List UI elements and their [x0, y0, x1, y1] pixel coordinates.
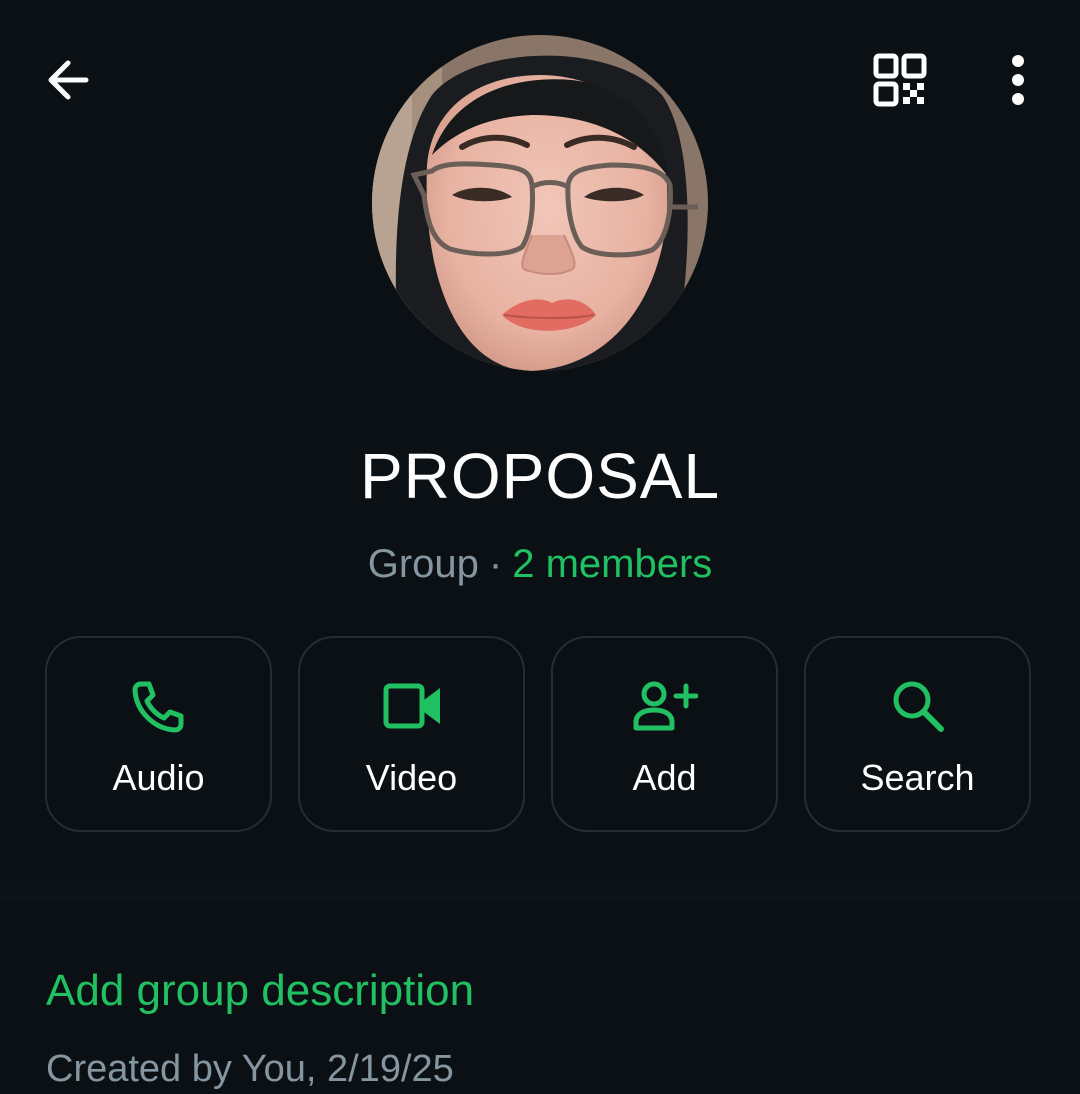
group-name: PROPOSAL: [359, 440, 721, 512]
arrow-left-icon: [48, 60, 89, 100]
audio-label: Audio: [112, 757, 205, 798]
group-subtitle: Group · 2 members: [0, 538, 1080, 590]
group-photo: [372, 35, 708, 371]
qr-code-icon: [873, 53, 927, 107]
search-button[interactable]: Search: [804, 636, 1031, 832]
search-label: Search: [860, 757, 975, 798]
audio-call-button[interactable]: Audio: [45, 636, 272, 832]
group-avatar[interactable]: [372, 35, 708, 371]
section-divider: [0, 880, 1080, 900]
add-person-icon: [633, 681, 698, 731]
video-call-button[interactable]: Video: [298, 636, 525, 832]
add-member-button[interactable]: Add: [551, 636, 778, 832]
back-button[interactable]: [28, 44, 108, 116]
add-label: Add: [632, 757, 697, 798]
add-description-link[interactable]: Add group description: [46, 962, 474, 1020]
action-buttons-row: Audio Video Add Search: [45, 636, 1035, 836]
separator-dot: ·: [488, 542, 503, 586]
created-info: Created by You, 2/19/25: [46, 1048, 454, 1090]
qr-code-button[interactable]: [860, 44, 940, 116]
phone-icon: [132, 681, 183, 733]
video-label: Video: [365, 757, 458, 798]
more-options-button[interactable]: [984, 44, 1052, 116]
members-link[interactable]: 2 members: [512, 542, 712, 586]
more-vertical-icon: [1012, 55, 1024, 105]
video-camera-icon: [383, 683, 440, 729]
group-type-label: Group: [367, 542, 479, 586]
search-icon: [893, 681, 944, 732]
